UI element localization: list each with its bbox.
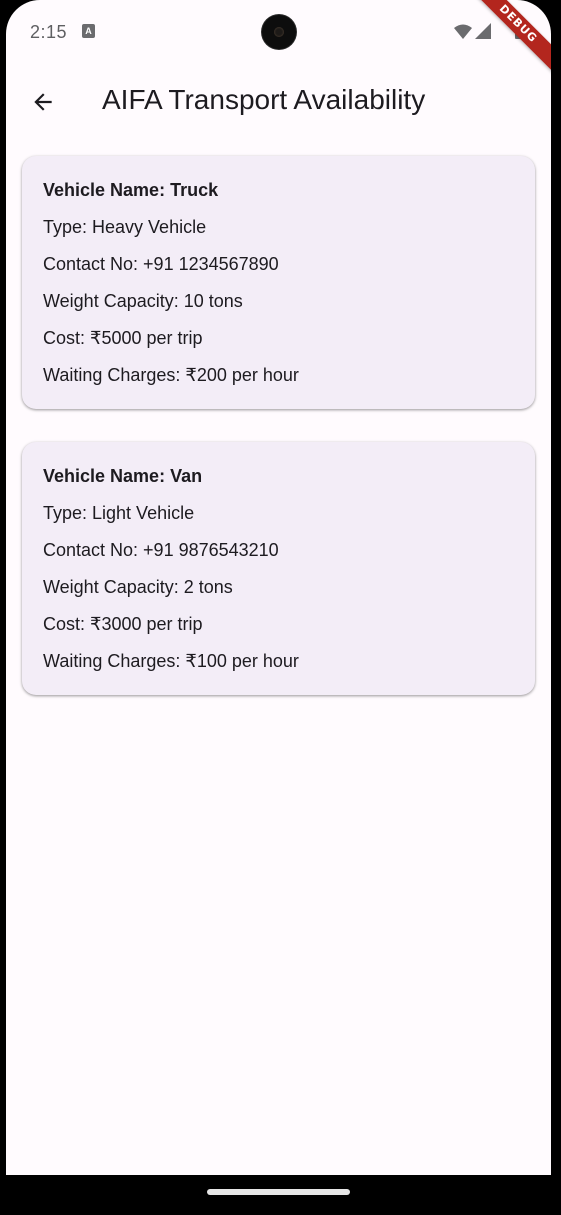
arrow-back-icon	[34, 93, 52, 111]
app-screen: 2:15 A DEBUG AIFA Transport Availability	[6, 0, 551, 1175]
app-bar: AIFA Transport Availability	[6, 64, 551, 140]
vehicle-cost: Cost: ₹5000 per trip	[43, 328, 203, 348]
vehicle-card-van: Vehicle Name: Van Type: Light Vehicle Co…	[22, 442, 535, 695]
page-title: AIFA Transport Availability	[102, 84, 426, 115]
system-nav-bar	[0, 1175, 561, 1215]
status-time: 2:15	[30, 22, 68, 42]
notification-icon: A	[82, 24, 95, 38]
home-indicator[interactable]	[207, 1189, 350, 1195]
wifi-icon	[454, 24, 472, 39]
vehicle-waiting-charges: Waiting Charges: ₹100 per hour	[43, 651, 299, 671]
front-camera	[262, 15, 296, 49]
vehicle-capacity: Weight Capacity: 10 tons	[43, 291, 243, 311]
status-bar: 2:15 A DEBUG	[6, 0, 551, 75]
vehicle-capacity: Weight Capacity: 2 tons	[43, 577, 233, 597]
vehicle-name: Vehicle Name: Van	[43, 466, 203, 486]
vehicle-contact: Contact No: +91 1234567890	[43, 254, 279, 274]
vehicle-waiting-charges: Waiting Charges: ₹200 per hour	[43, 365, 299, 385]
phone-frame: 2:15 A DEBUG AIFA Transport Availability	[0, 0, 561, 1215]
vehicle-name: Vehicle Name: Truck	[43, 180, 219, 200]
signal-icon	[475, 23, 491, 39]
vehicle-cost: Cost: ₹3000 per trip	[43, 614, 203, 634]
vehicle-card-truck: Vehicle Name: Truck Type: Heavy Vehicle …	[22, 156, 535, 409]
vehicle-type: Type: Light Vehicle	[43, 503, 195, 523]
vehicle-contact: Contact No: +91 9876543210	[43, 540, 279, 560]
vehicle-type: Type: Heavy Vehicle	[43, 217, 207, 237]
back-button[interactable]	[22, 78, 64, 126]
